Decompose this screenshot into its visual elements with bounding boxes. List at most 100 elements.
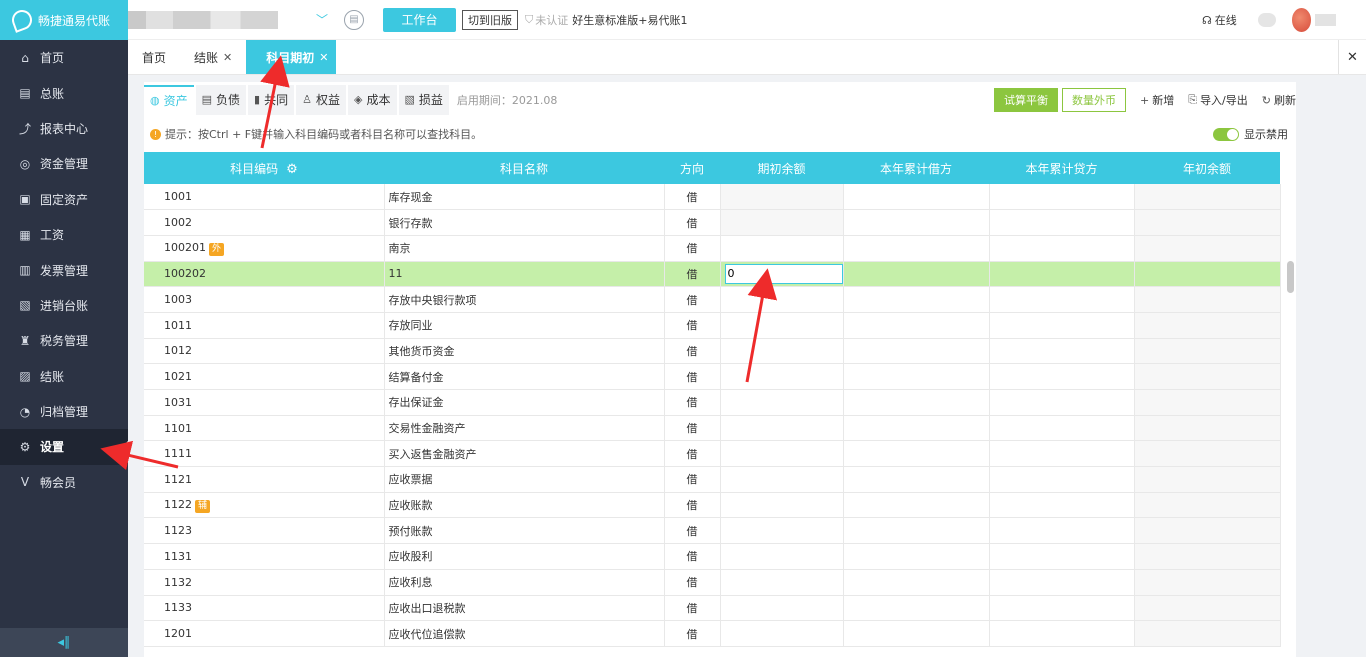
amount-cell[interactable]	[720, 569, 844, 596]
sidebar-item[interactable]: ▦ 工资	[0, 217, 128, 252]
user-area[interactable]	[1258, 8, 1336, 32]
table-row[interactable]: 1201 应收代位追偿款借	[144, 620, 1281, 647]
sidebar-item[interactable]: ▨ 结账	[0, 359, 128, 394]
amount-cell[interactable]	[989, 389, 1135, 416]
amount-cell[interactable]	[989, 415, 1135, 442]
amount-cell[interactable]	[720, 466, 844, 493]
page-tab[interactable]: 结账 ✕	[180, 40, 246, 74]
close-all-tabs-icon[interactable]: ✕	[1338, 40, 1366, 74]
amount-cell[interactable]	[720, 440, 844, 468]
amount-cell[interactable]	[1134, 286, 1281, 313]
chevron-down-icon[interactable]: ﹀	[316, 11, 328, 28]
amount-cell[interactable]	[843, 492, 990, 519]
amount-cell[interactable]	[720, 235, 844, 262]
table-row[interactable]: 1012 其他货币资金借	[144, 338, 1281, 365]
table-row[interactable]: 1123 预付账款借	[144, 517, 1281, 545]
sidebar-item[interactable]: ⌂ 首页	[0, 40, 128, 75]
amount-cell[interactable]	[720, 338, 844, 365]
sidebar-item[interactable]: ▧ 进销台账	[0, 288, 128, 323]
table-row[interactable]: 1133 应收出口退税款借	[144, 595, 1281, 622]
amount-cell[interactable]	[843, 595, 990, 622]
table-row[interactable]: 100202 11 借	[144, 261, 1281, 288]
amount-cell[interactable]	[1134, 184, 1281, 211]
account-type-tab[interactable]: ◍ 资产	[144, 84, 194, 115]
amount-cell[interactable]	[720, 184, 844, 211]
amount-cell[interactable]	[1134, 543, 1281, 570]
amount-cell[interactable]	[989, 440, 1135, 468]
sidebar-item[interactable]: ▥ 发票管理	[0, 252, 128, 287]
quantity-foreign-currency-button[interactable]: 数量外币	[1062, 88, 1127, 112]
amount-cell[interactable]	[989, 261, 1135, 288]
amount-cell[interactable]	[843, 543, 990, 570]
amount-cell[interactable]	[1134, 569, 1281, 596]
amount-cell[interactable]	[843, 235, 990, 262]
avatar[interactable]	[1291, 8, 1312, 32]
amount-cell[interactable]	[720, 363, 844, 390]
amount-cell[interactable]	[1134, 363, 1281, 390]
amount-cell[interactable]	[1134, 517, 1281, 545]
account-type-tab[interactable]: ▮ 共同	[248, 84, 295, 115]
import-export-button[interactable]: ⎘ 导入/导出	[1188, 92, 1248, 108]
document-icon[interactable]: ▤	[344, 9, 365, 30]
table-row[interactable]: 1011 存放同业借	[144, 312, 1281, 339]
amount-cell[interactable]	[720, 209, 844, 236]
page-tab[interactable]: 科目期初 ✕	[246, 40, 337, 74]
show-disabled-toggle[interactable]: 显示禁用	[1213, 126, 1288, 142]
amount-cell[interactable]	[843, 209, 990, 236]
amount-cell[interactable]	[1134, 466, 1281, 493]
sidebar-item[interactable]: V 畅会员	[0, 465, 128, 500]
amount-cell[interactable]	[989, 184, 1135, 211]
table-row[interactable]: 1101 交易性金融资产借	[144, 415, 1281, 442]
amount-cell[interactable]	[843, 569, 990, 596]
toggle-switch[interactable]	[1213, 127, 1239, 141]
table-row[interactable]: 1031 存出保证金借	[144, 389, 1281, 416]
amount-cell[interactable]	[989, 517, 1135, 545]
amount-cell[interactable]	[843, 620, 990, 647]
amount-cell[interactable]	[1134, 261, 1281, 288]
certification-status[interactable]: ⛉ 未认证	[525, 12, 568, 28]
amount-cell[interactable]	[989, 286, 1135, 313]
opening-balance-input[interactable]	[724, 263, 842, 284]
amount-cell[interactable]	[720, 492, 844, 519]
online-service[interactable]: ☊ 在线	[1202, 12, 1237, 28]
vertical-scrollbar[interactable]	[1287, 261, 1294, 293]
amount-cell[interactable]	[843, 389, 990, 416]
amount-cell[interactable]	[1134, 595, 1281, 622]
amount-cell[interactable]	[989, 492, 1135, 519]
table-row[interactable]: 1021 结算备付金借	[144, 363, 1281, 390]
amount-cell[interactable]	[989, 569, 1135, 596]
amount-cell[interactable]	[1134, 209, 1281, 236]
amount-cell[interactable]	[1134, 235, 1281, 262]
table-row[interactable]: 1002 银行存款借	[144, 209, 1281, 236]
table-row[interactable]: 1003 存放中央银行款项借	[144, 286, 1281, 313]
amount-cell[interactable]	[843, 415, 990, 442]
add-button[interactable]: + 新增	[1140, 92, 1174, 108]
amount-cell[interactable]	[720, 517, 844, 545]
table-row[interactable]: 100201 外南京借	[144, 235, 1281, 262]
table-row[interactable]: 1111 买入返售金融资产借	[144, 440, 1281, 468]
sidebar-item[interactable]: ◎ 资金管理	[0, 146, 128, 181]
app-logo[interactable]: 畅捷通易代账	[0, 0, 128, 40]
amount-cell[interactable]	[989, 209, 1135, 236]
switch-old-version-button[interactable]: 切到旧版	[462, 9, 519, 30]
close-tab-icon[interactable]: ✕	[319, 51, 328, 64]
collapse-sidebar-button[interactable]: ◂∥	[0, 628, 128, 657]
table-row[interactable]: 1001 库存现金借	[144, 184, 1281, 211]
table-row[interactable]: 1132 应收利息借	[144, 569, 1281, 596]
amount-cell[interactable]	[843, 261, 990, 288]
amount-cell[interactable]	[1134, 338, 1281, 365]
trial-balance-button[interactable]: 试算平衡	[994, 88, 1059, 112]
amount-cell[interactable]	[720, 312, 844, 339]
amount-cell[interactable]	[720, 543, 844, 570]
workbench-button[interactable]: 工作台	[383, 7, 457, 32]
table-row[interactable]: 1122 辅应收账款借	[144, 492, 1281, 519]
amount-cell[interactable]	[843, 440, 990, 468]
amount-cell[interactable]	[1134, 492, 1281, 519]
amount-cell[interactable]	[1134, 440, 1281, 468]
amount-cell[interactable]	[720, 415, 844, 442]
table-row[interactable]: 1121 应收票据借	[144, 466, 1281, 493]
amount-cell[interactable]	[989, 312, 1135, 339]
amount-cell[interactable]	[843, 338, 990, 365]
amount-cell[interactable]	[720, 261, 844, 288]
sidebar-item[interactable]: ♜ 税务管理	[0, 323, 128, 358]
